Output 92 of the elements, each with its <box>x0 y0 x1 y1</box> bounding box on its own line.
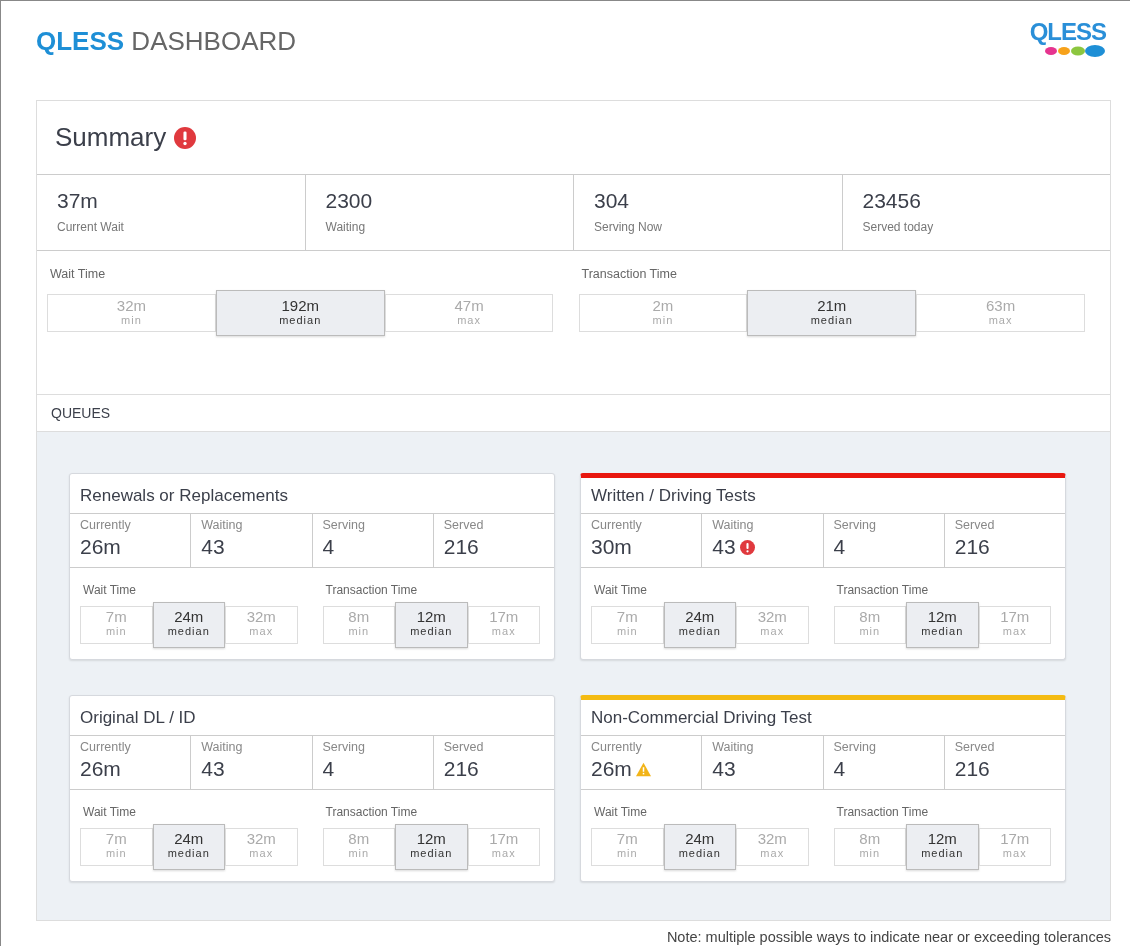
stat-label: Waiting <box>201 517 244 533</box>
timing-label: Transaction Time <box>581 266 678 283</box>
stat-label: Serving <box>833 517 877 533</box>
error-icon <box>739 539 755 555</box>
stat-label: Serving <box>322 517 366 533</box>
timing-segment: 7m min <box>591 828 664 866</box>
timing-label: Transaction Time <box>836 582 930 599</box>
timing-label: Wait Time <box>594 804 648 821</box>
stat-value: 30m <box>591 534 632 560</box>
stat-value: 304 <box>594 188 631 214</box>
timing-segment: 32m max <box>736 828 809 866</box>
timing-segment: 47m max <box>384 293 554 332</box>
stat-label: Currently <box>591 517 643 533</box>
timing-segment: 12m median <box>906 824 979 870</box>
stat-value: 4 <box>833 534 846 560</box>
stat-value: 37m <box>57 188 99 214</box>
stat-label: Currently <box>80 739 132 755</box>
stat-label: Waiting <box>712 739 755 755</box>
timing-segment: 8m min <box>833 606 906 644</box>
stat-value: 43 <box>201 534 225 560</box>
stat-value: 23456 <box>862 188 922 214</box>
stat-value: 216 <box>954 534 990 560</box>
stat-value: 4 <box>322 534 335 560</box>
stat-value: 43 <box>712 756 736 782</box>
timing-segment: 24m median <box>152 602 225 648</box>
dashboard-title: QLESS DASHBOARD <box>36 25 297 57</box>
timing-label: Transaction Time <box>836 804 930 821</box>
stat-label: Currently <box>80 517 132 533</box>
timing-segment: 2m min <box>578 293 748 332</box>
timing-segment: 8m min <box>322 828 395 866</box>
warning-icon <box>635 761 651 777</box>
timing-label: Wait Time <box>50 266 107 283</box>
timing-label: Transaction Time <box>325 582 419 599</box>
timing-segment: 12m median <box>395 602 468 648</box>
stat-value: 216 <box>443 756 479 782</box>
timing-label: Wait Time <box>83 582 137 599</box>
timing-segment: 21m median <box>747 289 917 336</box>
stat-label: Served <box>443 739 485 755</box>
stat-value: 43 <box>712 534 736 560</box>
timing-label: Wait Time <box>594 582 648 599</box>
stat-label: Serving <box>322 739 366 755</box>
stat-label: Currently <box>591 739 643 755</box>
timing-segment: 24m median <box>663 602 736 648</box>
timing-segment: 32m max <box>225 606 298 644</box>
stat-label: Current Wait <box>57 219 125 236</box>
timing-segment: 32m max <box>225 828 298 866</box>
timing-segment: 32m max <box>736 606 809 644</box>
timing-segment: 32m min <box>47 293 216 332</box>
timing-label: Wait Time <box>83 804 137 821</box>
stat-value: 4 <box>833 756 846 782</box>
timing-segment: 8m min <box>322 606 395 644</box>
stat-label: Serving Now <box>594 219 664 236</box>
timing-label: Transaction Time <box>325 804 419 821</box>
timing-segment: 12m median <box>395 824 468 870</box>
queue-title: Written / Driving Tests <box>581 478 1065 514</box>
timing-segment: 24m median <box>663 824 736 870</box>
timing-segment: 17m max <box>467 828 540 866</box>
stat-value: 216 <box>443 534 479 560</box>
stat-value: 216 <box>954 756 990 782</box>
stat-label: Served today <box>862 219 935 236</box>
stat-value: 26m <box>591 756 632 782</box>
timing-segment: 7m min <box>80 606 153 644</box>
timing-segment: 17m max <box>467 606 540 644</box>
timing-segment: 17m max <box>978 606 1051 644</box>
stat-label: Served <box>954 517 996 533</box>
stat-label: Waiting <box>325 219 367 236</box>
queue-title: Non-Commercial Driving Test <box>581 700 1065 736</box>
stat-value: 26m <box>80 756 121 782</box>
stat-label: Serving <box>833 739 877 755</box>
stat-label: Served <box>954 739 996 755</box>
stat-value: 26m <box>80 534 121 560</box>
logo-text: QLESS <box>1029 19 1106 45</box>
timing-segment: 7m min <box>80 828 153 866</box>
timing-segment: 63m max <box>916 293 1085 332</box>
timing-segment: 8m min <box>833 828 906 866</box>
stat-value: 43 <box>201 756 225 782</box>
stat-value: 2300 <box>325 188 374 214</box>
queue-title: Original DL / ID <box>70 696 554 736</box>
stat-value: 4 <box>322 756 335 782</box>
timing-segment: 24m median <box>152 824 225 870</box>
stat-label: Waiting <box>201 739 244 755</box>
section-heading: QUEUES <box>37 394 1110 432</box>
stat-label: Served <box>443 517 485 533</box>
timing-segment: 17m max <box>978 828 1051 866</box>
stat-label: Waiting <box>712 517 755 533</box>
timing-segment: 192m median <box>215 289 385 336</box>
timing-segment: 12m median <box>906 602 979 648</box>
logo-dots-icon <box>1044 45 1106 57</box>
queue-title: Renewals or Replacements <box>70 474 554 514</box>
timing-segment: 7m min <box>591 606 664 644</box>
summary-title: Summary <box>55 121 167 154</box>
note-text: Note: multiple possible ways to indicate near or exceeding tolerances <box>665 928 1111 946</box>
